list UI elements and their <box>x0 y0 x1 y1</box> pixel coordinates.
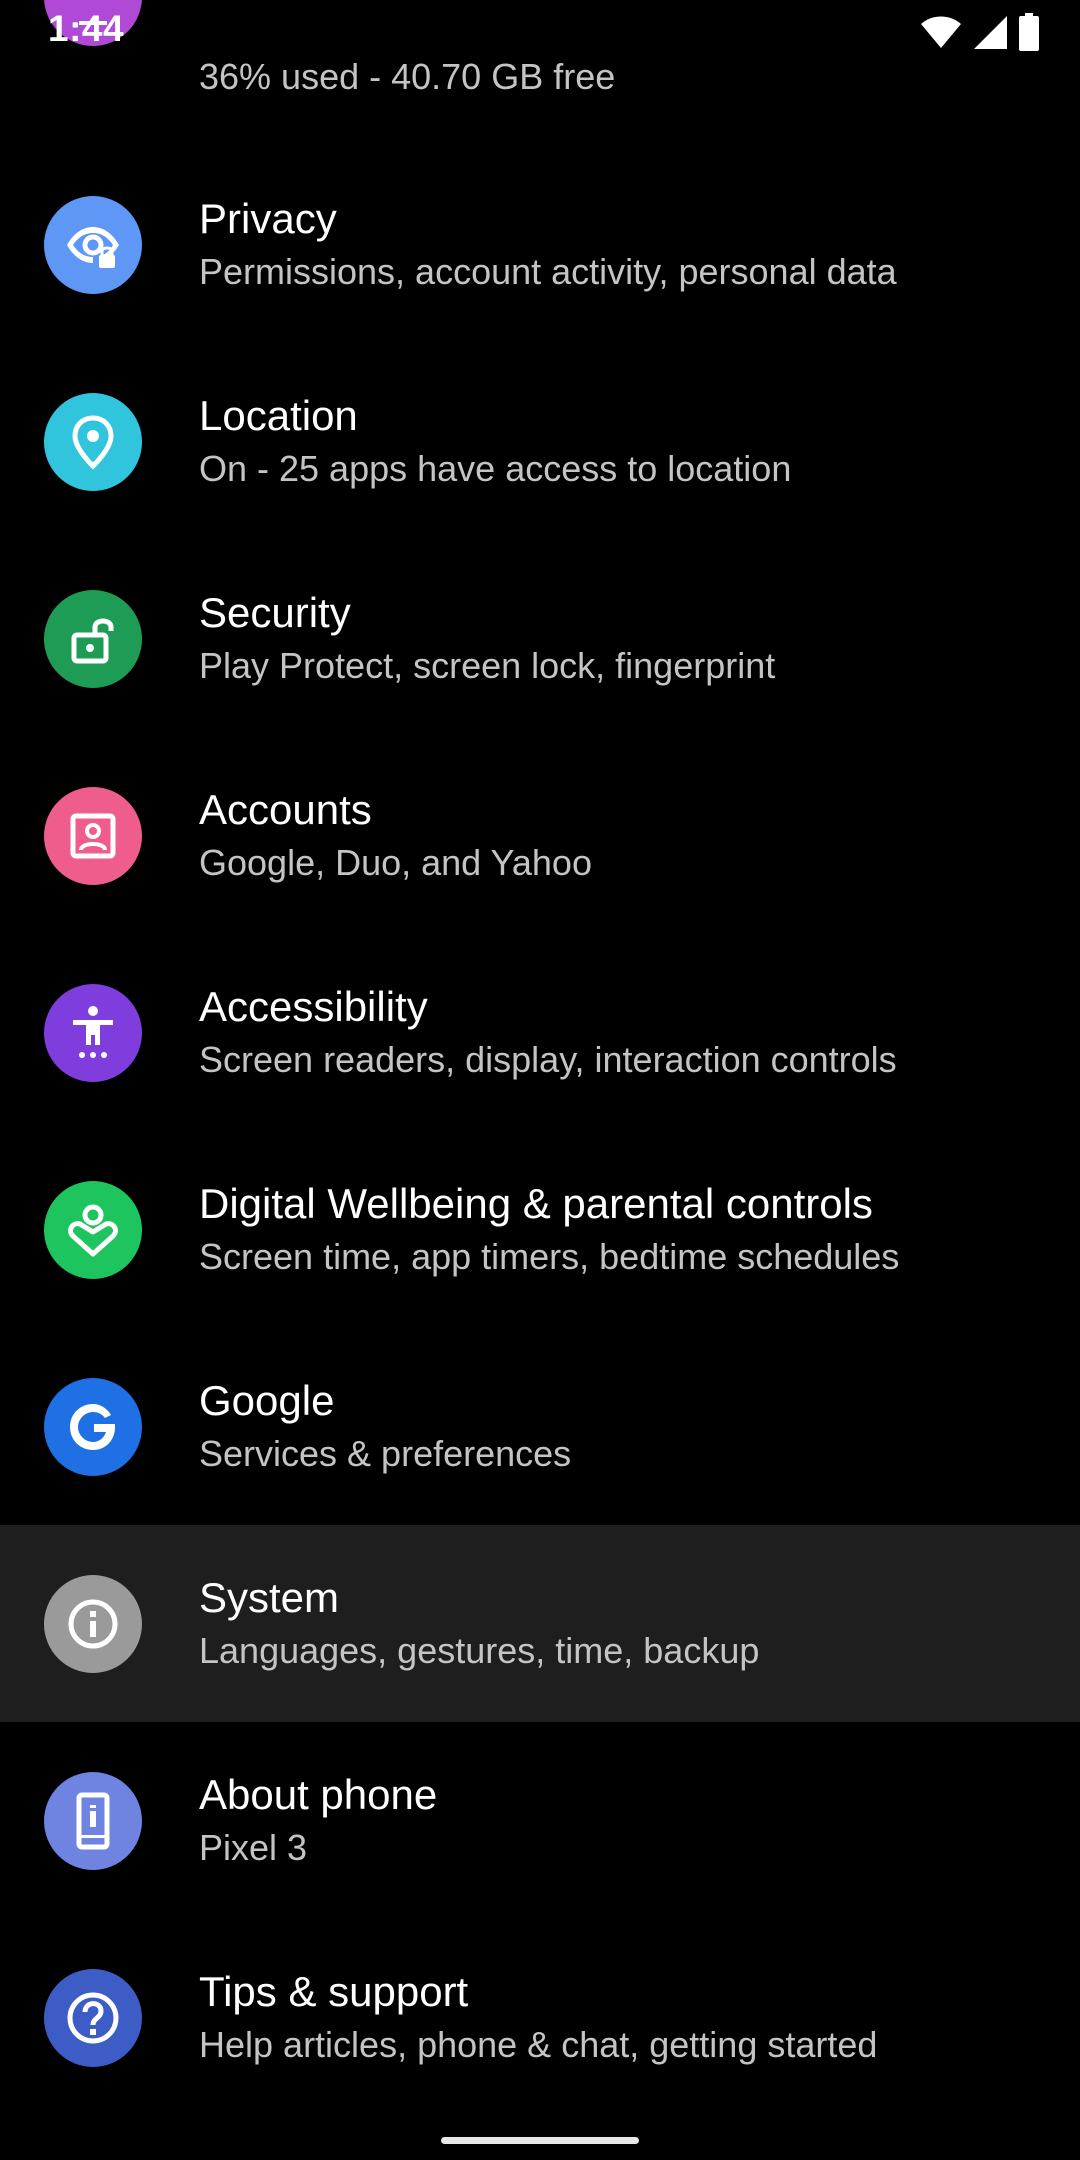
setting-subtitle: Pixel 3 <box>199 1826 308 1868</box>
setting-text: System Languages, gestures, time, backup <box>199 1572 1049 1676</box>
setting-text: Google Services & preferences <box>199 1375 1049 1479</box>
accounts-icon <box>44 786 142 885</box>
setting-item-system[interactable]: System Languages, gestures, time, backup <box>0 1525 1080 1722</box>
setting-text: Privacy Permissions, account activity, p… <box>199 193 1049 297</box>
setting-item-accounts[interactable]: Accounts Google, Duo, and Yahoo <box>0 737 1080 934</box>
setting-text: Security Play Protect, screen lock, fing… <box>199 587 1049 691</box>
setting-item-location[interactable]: Location On - 25 apps have access to loc… <box>0 343 1080 540</box>
setting-title: Tips & support <box>199 1967 469 2015</box>
status-time: 1:44 <box>48 8 125 49</box>
setting-title: About phone <box>199 1770 438 1818</box>
location-icon <box>44 392 142 491</box>
google-icon <box>44 1377 142 1476</box>
setting-text: Accounts Google, Duo, and Yahoo <box>199 784 1049 888</box>
setting-subtitle: Services & preferences <box>199 1432 572 1474</box>
setting-text: Digital Wellbeing & parental controls Sc… <box>199 1178 1049 1282</box>
setting-subtitle: Help articles, phone & chat, getting sta… <box>199 2023 878 2065</box>
setting-subtitle: Languages, gestures, time, backup <box>199 1629 760 1671</box>
accessibility-icon <box>44 983 142 1082</box>
setting-title: Google <box>199 1376 335 1424</box>
phone-icon <box>44 1771 142 1870</box>
privacy-icon <box>44 195 142 294</box>
setting-title: Accessibility <box>199 982 428 1030</box>
status-icons <box>920 12 1040 56</box>
setting-subtitle: Permissions, account activity, personal … <box>199 250 897 292</box>
setting-item-accessibility[interactable]: Accessibility Screen readers, display, i… <box>0 934 1080 1131</box>
status-bar: 1:44 <box>0 0 1080 66</box>
setting-text: Tips & support Help articles, phone & ch… <box>199 1966 1049 2070</box>
setting-title: Accounts <box>199 785 372 833</box>
setting-item-about-phone[interactable]: About phone Pixel 3 <box>0 1722 1080 1919</box>
setting-item-tips-support[interactable]: Tips & support Help articles, phone & ch… <box>0 1919 1080 2116</box>
setting-title: System <box>199 1573 340 1621</box>
setting-text: About phone Pixel 3 <box>199 1769 1049 1873</box>
wellbeing-icon <box>44 1180 142 1279</box>
setting-item-google[interactable]: Google Services & preferences <box>0 1328 1080 1525</box>
help-icon <box>44 1968 142 2067</box>
setting-text: Location On - 25 apps have access to loc… <box>199 390 1049 494</box>
battery-icon <box>1018 12 1040 56</box>
setting-title: Privacy <box>199 194 337 242</box>
setting-subtitle: Play Protect, screen lock, fingerprint <box>199 644 776 686</box>
info-icon <box>44 1574 142 1673</box>
security-icon <box>44 589 142 688</box>
setting-title: Security <box>199 588 351 636</box>
wifi-icon <box>920 15 962 54</box>
cell-signal-icon <box>972 14 1008 55</box>
setting-subtitle: On - 25 apps have access to location <box>199 447 792 489</box>
setting-item-security[interactable]: Security Play Protect, screen lock, fing… <box>0 540 1080 737</box>
gesture-nav-handle[interactable] <box>441 2137 639 2144</box>
setting-subtitle: Google, Duo, and Yahoo <box>199 841 592 883</box>
setting-item-privacy[interactable]: Privacy Permissions, account activity, p… <box>0 146 1080 343</box>
setting-subtitle: Screen readers, display, interaction con… <box>199 1038 897 1080</box>
setting-text: Accessibility Screen readers, display, i… <box>199 981 1049 1085</box>
setting-title: Location <box>199 391 358 439</box>
setting-subtitle: Screen time, app timers, bedtime schedul… <box>199 1235 900 1277</box>
setting-item-digital-wellbeing[interactable]: Digital Wellbeing & parental controls Sc… <box>0 1131 1080 1328</box>
setting-title: Digital Wellbeing & parental controls <box>199 1179 873 1227</box>
